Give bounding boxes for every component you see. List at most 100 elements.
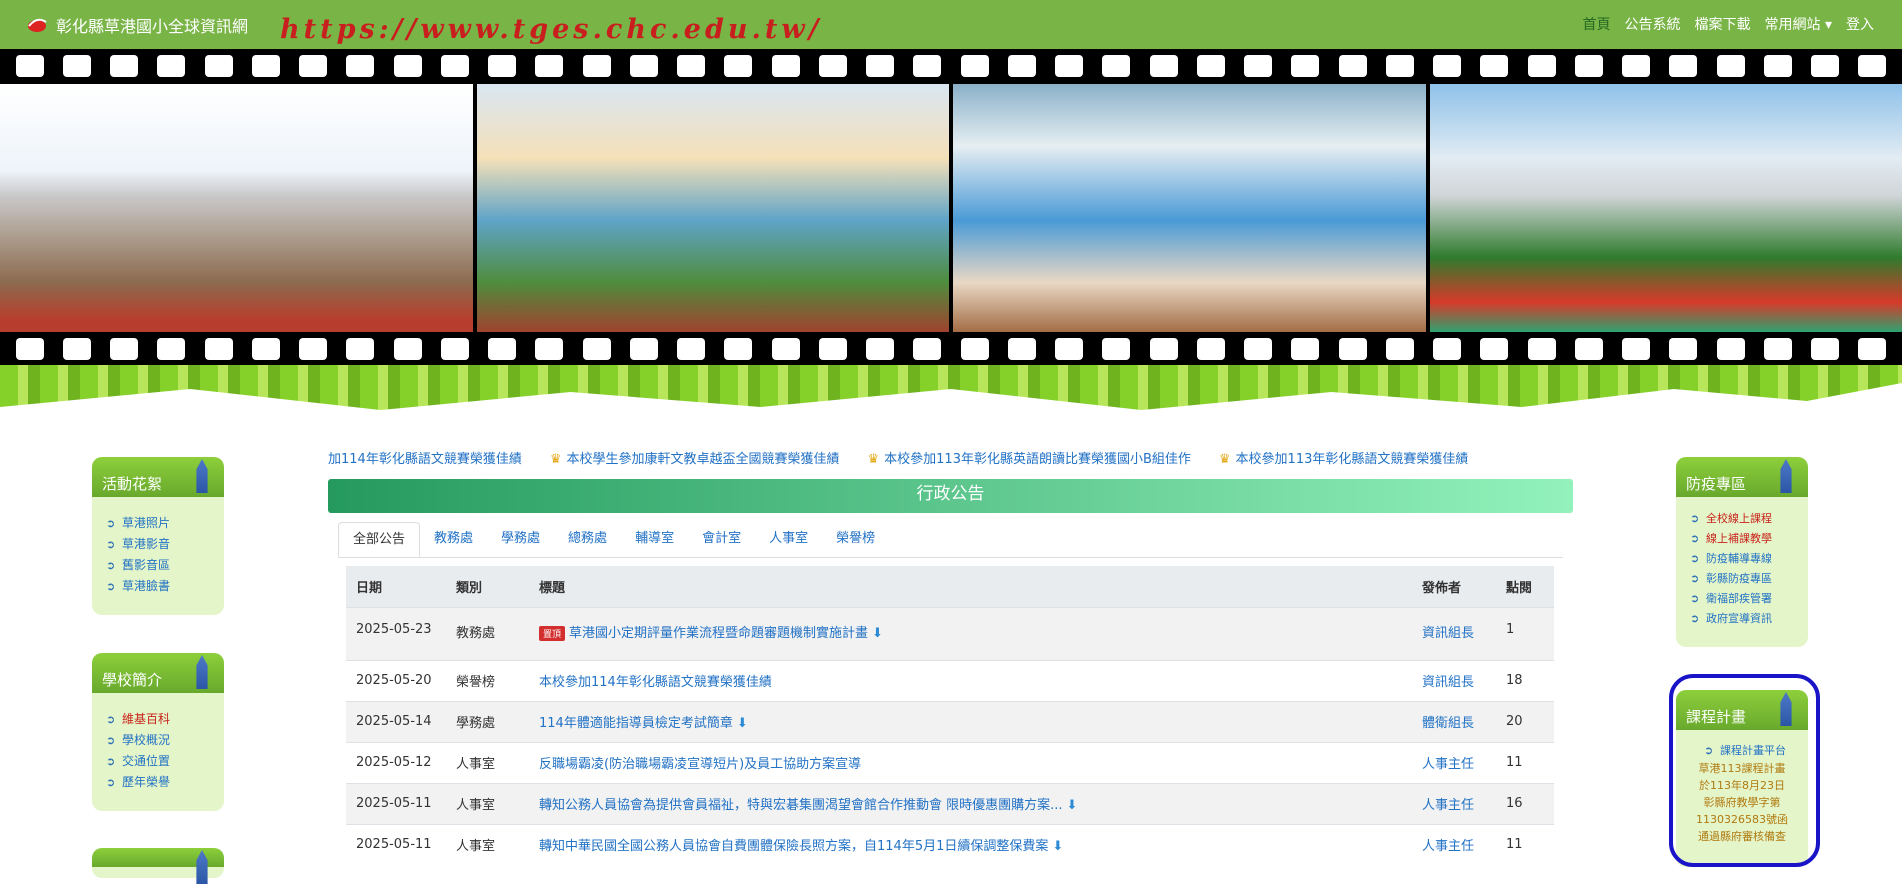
vine-decoration bbox=[0, 365, 1902, 425]
col-publisher: 發佈者 bbox=[1412, 566, 1496, 607]
marquee-item[interactable]: 加114年彰化縣語文競賽榮獲佳績 bbox=[328, 448, 522, 467]
col-views: 點閱 bbox=[1496, 566, 1554, 607]
sidebox-title-partial bbox=[92, 848, 224, 867]
tab-academic[interactable]: 教務處 bbox=[420, 522, 487, 557]
announcement-tabs: 全部公告 教務處 學務處 總務處 輔導室 會計室 人事室 榮譽榜 bbox=[338, 522, 1563, 558]
site-url: https://www.tges.chc.edu.tw/ bbox=[280, 14, 822, 45]
nav-links-dropdown[interactable]: 常用網站 ▾ bbox=[1765, 14, 1832, 34]
col-date: 日期 bbox=[346, 566, 446, 607]
announcement-link[interactable]: 草港國小定期評量作業流程暨命題審題機制實施計畫 bbox=[569, 626, 868, 641]
link-counseling-hotline[interactable]: 防疫輔導專線 bbox=[1706, 549, 1808, 569]
cell-category: 學務處 bbox=[446, 701, 529, 742]
marquee-item[interactable]: ♛本校學生參加康軒文教卓越盃全國競賽榮獲佳績 bbox=[550, 448, 840, 467]
sidebox-about: 學校簡介 維基百科 學校概況 交通位置 歷年榮譽 bbox=[92, 653, 224, 811]
link-cdc[interactable]: 衛福部疾管署 bbox=[1706, 589, 1808, 609]
cell-title: 114年體適能指導員檢定考試簡章 ⬇ bbox=[529, 701, 1412, 742]
site-logo[interactable]: 彰化縣草港國小全球資訊網 bbox=[26, 13, 248, 37]
announcement-link[interactable]: 本校參加114年彰化縣語文競賽榮獲佳績 bbox=[539, 675, 772, 690]
news-marquee: 加114年彰化縣語文競賽榮獲佳績 ♛本校學生參加康軒文教卓越盃全國競賽榮獲佳績 … bbox=[328, 448, 1568, 467]
col-title: 標題 bbox=[529, 566, 1412, 607]
publisher-link[interactable]: 人事主任 bbox=[1422, 757, 1474, 772]
announcement-link[interactable]: 反職場霸凌(防治職場霸凌宣導短片)及員工協助方案宣導 bbox=[539, 757, 861, 772]
cell-date: 2025-05-23 bbox=[346, 607, 446, 660]
table-row: 2025-05-14學務處114年體適能指導員檢定考試簡章⬇體衛組長20 bbox=[346, 701, 1554, 742]
film-strip-banner bbox=[0, 49, 1902, 365]
link-location[interactable]: 交通位置 bbox=[122, 751, 224, 772]
crown-icon: ♛ bbox=[1219, 452, 1231, 467]
col-category: 類別 bbox=[446, 566, 529, 607]
publisher-link[interactable]: 體衛組長 bbox=[1422, 716, 1474, 731]
cell-category: 榮譽榜 bbox=[446, 660, 529, 701]
cell-title: 反職場霸凌(防治職場霸凌宣導短片)及員工協助方案宣導 bbox=[529, 742, 1412, 783]
link-county-epidemic[interactable]: 彰縣防疫專區 bbox=[1706, 569, 1808, 589]
cell-category: 人事室 bbox=[446, 824, 529, 865]
publisher-link[interactable]: 資訊組長 bbox=[1422, 626, 1474, 641]
cell-publisher: 資訊組長 bbox=[1412, 607, 1496, 660]
banner-photo-4 bbox=[1430, 84, 1902, 332]
film-holes-bottom bbox=[0, 332, 1902, 366]
publisher-link[interactable]: 資訊組長 bbox=[1422, 675, 1474, 690]
cell-publisher: 人事主任 bbox=[1412, 783, 1496, 824]
film-holes-top bbox=[0, 49, 1902, 83]
cell-views: 11 bbox=[1496, 824, 1554, 865]
link-wiki[interactable]: 維基百科 bbox=[122, 709, 224, 730]
site-name: 彰化縣草港國小全球資訊網 bbox=[56, 13, 248, 37]
tab-general-affairs[interactable]: 總務處 bbox=[554, 522, 621, 557]
table-row: 2025-05-11人事室轉知中華民國全國公務人員協會自費團體保險長照方案，自1… bbox=[346, 824, 1554, 865]
tab-student-affairs[interactable]: 學務處 bbox=[487, 522, 554, 557]
cell-title: 置頂草港國小定期評量作業流程暨命題審題機制實施計畫⬇ bbox=[529, 607, 1412, 660]
publisher-link[interactable]: 人事主任 bbox=[1422, 839, 1474, 854]
tab-honors[interactable]: 榮譽榜 bbox=[822, 522, 889, 557]
download-icon[interactable]: ⬇ bbox=[1067, 798, 1078, 813]
link-old-videos[interactable]: 舊影音區 bbox=[122, 555, 224, 576]
link-honors[interactable]: 歷年榮譽 bbox=[122, 772, 224, 793]
highlight-circle bbox=[1669, 674, 1820, 867]
main-nav: 首頁 公告系統 檔案下載 常用網站 ▾ 登入 bbox=[1583, 14, 1874, 34]
link-makeup-teaching[interactable]: 線上補課教學 bbox=[1706, 529, 1808, 549]
sidebox-epidemic: 防疫專區 全校線上課程 線上補課教學 防疫輔導專線 彰縣防疫專區 衛福部疾管署 … bbox=[1676, 457, 1808, 647]
sidebox-title: 學校簡介 bbox=[92, 653, 224, 693]
marquee-item[interactable]: ♛本校參加113年彰化縣語文競賽榮獲佳績 bbox=[1219, 448, 1468, 467]
cell-category: 人事室 bbox=[446, 742, 529, 783]
table-row: 2025-05-20榮譽榜本校參加114年彰化縣語文競賽榮獲佳績資訊組長18 bbox=[346, 660, 1554, 701]
cell-category: 人事室 bbox=[446, 783, 529, 824]
link-photos[interactable]: 草港照片 bbox=[122, 513, 224, 534]
publisher-link[interactable]: 人事主任 bbox=[1422, 798, 1474, 813]
tab-all[interactable]: 全部公告 bbox=[338, 522, 420, 557]
announcement-link[interactable]: 轉知公務人員協會為提供會員福祉，特與宏碁集團渴望會館合作推動會 限時優惠團購方案… bbox=[539, 798, 1063, 813]
cell-publisher: 體衛組長 bbox=[1412, 701, 1496, 742]
tab-accounting[interactable]: 會計室 bbox=[688, 522, 755, 557]
crown-icon: ♛ bbox=[868, 452, 880, 467]
table-row: 2025-05-12人事室反職場霸凌(防治職場霸凌宣導短片)及員工協助方案宣導人… bbox=[346, 742, 1554, 783]
tab-counseling[interactable]: 輔導室 bbox=[621, 522, 688, 557]
sidebox-title: 防疫專區 bbox=[1676, 457, 1808, 497]
banner-photo-2 bbox=[477, 84, 950, 332]
link-videos[interactable]: 草港影音 bbox=[122, 534, 224, 555]
cell-views: 11 bbox=[1496, 742, 1554, 783]
cell-date: 2025-05-11 bbox=[346, 824, 446, 865]
announcement-link[interactable]: 114年體適能指導員檢定考試簡章 bbox=[539, 716, 733, 731]
download-icon[interactable]: ⬇ bbox=[872, 626, 883, 641]
banner-photo-3 bbox=[953, 84, 1426, 332]
marquee-item[interactable]: ♛本校參加113年彰化縣英語朗讀比賽榮獲國小B組佳作 bbox=[868, 448, 1191, 467]
nav-home[interactable]: 首頁 bbox=[1583, 14, 1611, 34]
crown-icon: ♛ bbox=[550, 452, 562, 467]
tab-personnel[interactable]: 人事室 bbox=[755, 522, 822, 557]
sidebox-next bbox=[92, 848, 224, 878]
table-row: 2025-05-11人事室轉知公務人員協會為提供會員福祉，特與宏碁集團渴望會館合… bbox=[346, 783, 1554, 824]
cell-publisher: 人事主任 bbox=[1412, 824, 1496, 865]
link-gov-info[interactable]: 政府宣導資訊 bbox=[1706, 609, 1808, 629]
cell-publisher: 人事主任 bbox=[1412, 742, 1496, 783]
link-online-courses[interactable]: 全校線上課程 bbox=[1706, 509, 1808, 529]
cell-date: 2025-05-20 bbox=[346, 660, 446, 701]
download-icon[interactable]: ⬇ bbox=[737, 716, 748, 731]
link-overview[interactable]: 學校概況 bbox=[122, 730, 224, 751]
announcement-link[interactable]: 轉知中華民國全國公務人員協會自費團體保險長照方案，自114年5月1日續保調整保費… bbox=[539, 839, 1048, 854]
link-facebook[interactable]: 草港臉書 bbox=[122, 576, 224, 597]
nav-announcements[interactable]: 公告系統 bbox=[1625, 14, 1681, 34]
announcements-title-bar: 行政公告 bbox=[328, 479, 1573, 513]
nav-login[interactable]: 登入 bbox=[1846, 14, 1874, 34]
download-icon[interactable]: ⬇ bbox=[1052, 839, 1063, 854]
cell-title: 轉知公務人員協會為提供會員福祉，特與宏碁集團渴望會館合作推動會 限時優惠團購方案… bbox=[529, 783, 1412, 824]
nav-downloads[interactable]: 檔案下載 bbox=[1695, 14, 1751, 34]
